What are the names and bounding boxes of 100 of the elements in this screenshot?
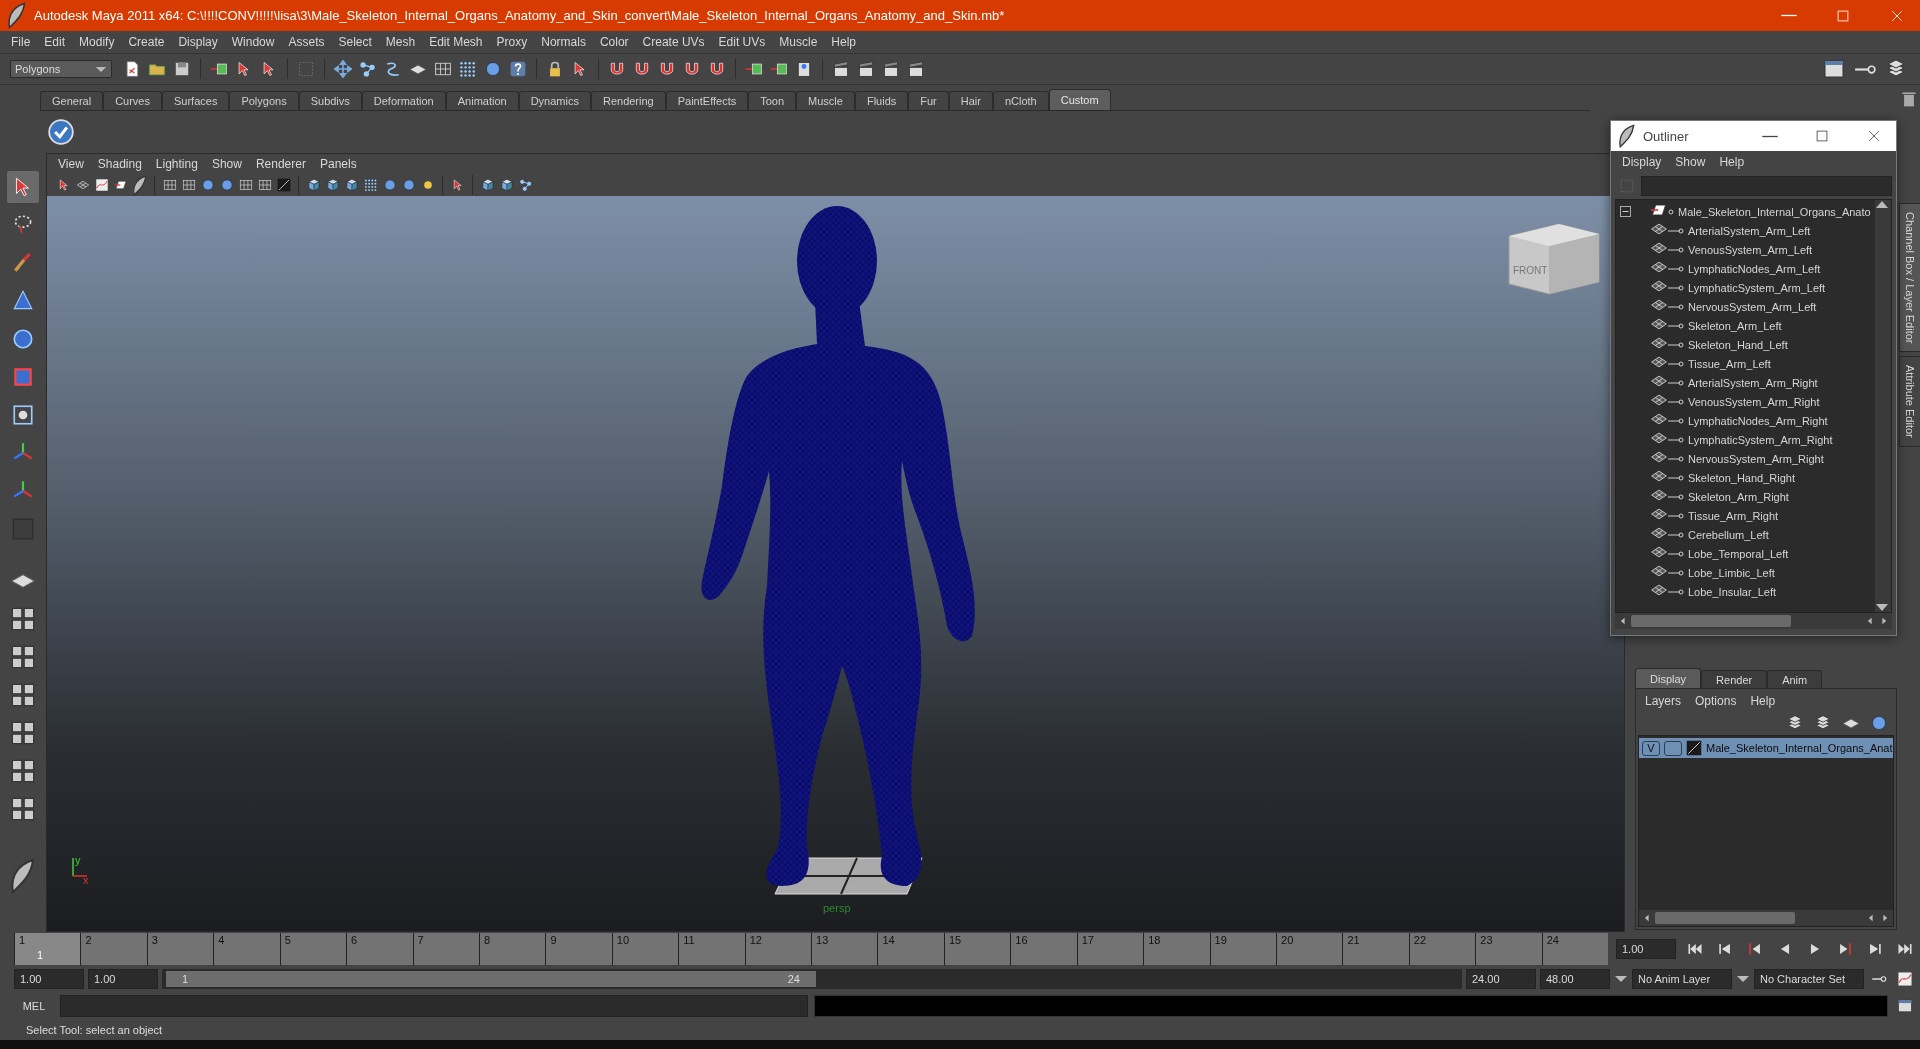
shelf-tab[interactable]: Animation — [445, 91, 519, 110]
panel-menu-item[interactable]: Panels — [312, 157, 364, 171]
time-slider[interactable]: 1 1 2 3 4 5 6 7 8 9 10 11 12 13 14 15 16 17 18 19 20 21 22 23 24 — [14, 933, 1608, 965]
viewport[interactable]: FRONT y x persp — [47, 196, 1624, 931]
menu-item[interactable]: Help — [824, 35, 863, 49]
shelf-tab[interactable]: Subdivs — [298, 91, 362, 110]
start-time-field[interactable]: 1.00 — [14, 969, 84, 989]
sphere-button[interactable] — [381, 176, 398, 194]
horizontal-scrollbar[interactable] — [1615, 613, 1892, 629]
panel-menu-item[interactable]: Shading — [90, 157, 149, 171]
outliner-item[interactable]: NervousSystem_Arm_Right — [1688, 452, 1824, 465]
menu-item[interactable]: Edit — [37, 35, 73, 49]
cube-button[interactable] — [324, 176, 341, 194]
menu-item[interactable]: File — [4, 35, 38, 49]
shelf-tab[interactable]: Surfaces — [162, 91, 230, 110]
shelf-tab[interactable]: Muscle — [796, 91, 855, 110]
shelf-tab[interactable]: Custom — [1048, 89, 1111, 110]
layer-editor-tab[interactable]: Anim — [1767, 670, 1823, 688]
shelf-tab[interactable]: Rendering — [590, 91, 666, 110]
layer-editor-tab[interactable]: Display — [1635, 668, 1702, 688]
layer-editor-tab[interactable]: Render — [1701, 670, 1768, 688]
outliner-item[interactable]: LymphaticSystem_Arm_Right — [1688, 433, 1833, 446]
menu-item[interactable]: Mesh — [378, 35, 423, 49]
layer-menu-item[interactable]: Options — [1688, 694, 1744, 708]
menu-item[interactable]: Edit Mesh — [422, 35, 490, 49]
template-toggle[interactable] — [1664, 740, 1682, 756]
shelf-tab[interactable]: Deformation — [361, 91, 446, 110]
character-set-field[interactable]: No Character Set — [1754, 969, 1864, 989]
outliner-item[interactable]: Skeleton_Hand_Left — [1688, 338, 1788, 351]
outliner-item[interactable]: Cerebellum_Left — [1688, 528, 1769, 541]
outliner-item[interactable]: Tissue_Arm_Left — [1688, 357, 1771, 370]
menu-item[interactable]: Assets — [281, 35, 332, 49]
visibility-toggle[interactable]: V — [1642, 740, 1660, 756]
feather-button[interactable] — [131, 176, 148, 194]
outliner-item[interactable]: LymphaticNodes_Arm_Left — [1688, 262, 1821, 275]
side-tab[interactable]: Attribute Editor — [1898, 356, 1920, 448]
current-time-field[interactable]: 1.00 — [1616, 939, 1676, 959]
cube-button[interactable] — [498, 176, 515, 194]
panel-menu-item[interactable]: View — [51, 157, 91, 171]
checkmark-button[interactable] — [46, 117, 76, 147]
end-time-field[interactable]: 48.00 — [1540, 969, 1610, 989]
shelf-tab[interactable]: Hair — [948, 91, 993, 110]
shelf-tab[interactable]: Fur — [908, 91, 949, 110]
menu-item[interactable]: Create UVs — [635, 35, 712, 49]
range-slider-bar[interactable]: 1 24 — [166, 971, 816, 987]
panel-menu-item[interactable]: Show — [204, 157, 249, 171]
menu-item[interactable]: Muscle — [772, 35, 825, 49]
panel-menu-item[interactable]: Renderer — [248, 157, 313, 171]
shelf-tab[interactable]: Fluids — [854, 91, 909, 110]
outliner-menu-item[interactable]: Show — [1668, 155, 1713, 169]
outliner-item[interactable]: Male_Skeleton_Internal_Organs_Anato — [1678, 205, 1871, 218]
outliner-item[interactable]: Tissue_Arm_Right — [1688, 509, 1779, 522]
outliner-item[interactable]: ArterialSystem_Arm_Left — [1688, 224, 1811, 237]
cube-button[interactable] — [343, 176, 360, 194]
outliner-item[interactable]: ArterialSystem_Arm_Right — [1688, 376, 1818, 389]
cube-button[interactable] — [305, 176, 322, 194]
shelf-tab[interactable]: Dynamics — [518, 91, 591, 110]
outliner-item[interactable]: LymphaticSystem_Arm_Left — [1688, 281, 1826, 294]
outliner-menu-item[interactable]: Help — [1712, 155, 1752, 169]
graph-editor-button[interactable] — [93, 176, 110, 194]
mode-dropdown[interactable]: Polygons — [10, 60, 112, 78]
menu-item[interactable]: Normals — [534, 35, 593, 49]
menu-item[interactable]: Edit UVs — [711, 35, 773, 49]
shelf-tab[interactable]: Toon — [748, 91, 797, 110]
side-tab[interactable]: Channel Box / Layer Editor — [1898, 203, 1920, 353]
sphere-button[interactable] — [218, 176, 235, 194]
menu-item[interactable]: Display — [171, 35, 225, 49]
shelf-tab[interactable]: Curves — [103, 91, 162, 110]
outliner-menu-item[interactable]: Display — [1615, 155, 1669, 169]
outliner-item[interactable]: Lobe_Insular_Left — [1688, 585, 1777, 598]
outliner-item[interactable]: LymphaticNodes_Arm_Right — [1688, 414, 1828, 427]
menu-item[interactable]: Select — [331, 35, 379, 49]
sphere-button[interactable] — [199, 176, 216, 194]
outliner-item[interactable]: Skeleton_Hand_Right — [1688, 471, 1796, 484]
menu-item[interactable]: Color — [592, 35, 636, 49]
sphere-button[interactable] — [400, 176, 417, 194]
outliner-item[interactable]: Skeleton_Arm_Left — [1688, 319, 1782, 332]
arrow-cursor-tool[interactable] — [7, 171, 39, 203]
layer-color-button[interactable] — [275, 176, 292, 194]
horizontal-scrollbar[interactable] — [1639, 910, 1893, 926]
menu-item[interactable]: Modify — [72, 35, 122, 49]
move-arrows-button[interactable] — [332, 58, 354, 80]
outliner-item[interactable]: Skeleton_Arm_Right — [1688, 490, 1789, 503]
collapse-toggle[interactable] — [1620, 206, 1631, 217]
playback-end-field[interactable]: 24.00 — [1466, 969, 1536, 989]
cube-button[interactable] — [479, 176, 496, 194]
anim-layer-field[interactable]: No Anim Layer — [1632, 969, 1732, 989]
outliner-item[interactable]: VenousSystem_Arm_Right — [1688, 395, 1820, 408]
command-language-label[interactable]: MEL — [14, 1000, 54, 1012]
outliner-item[interactable]: NervousSystem_Arm_Left — [1688, 300, 1817, 313]
panel-menu-item[interactable]: Lighting — [148, 157, 205, 171]
layer-row[interactable]: V Male_Skeleton_Internal_Organs_Anat — [1639, 738, 1893, 758]
menu-item[interactable]: Create — [121, 35, 172, 49]
command-input-field[interactable] — [60, 995, 808, 1017]
shelf-tab[interactable]: nCloth — [992, 91, 1049, 110]
outliner-item[interactable]: VenousSystem_Arm_Left — [1688, 243, 1813, 256]
outliner-item[interactable]: Lobe_Temporal_Left — [1688, 547, 1789, 560]
layer-menu-item[interactable]: Help — [1743, 694, 1783, 708]
layer-menu-item[interactable]: Layers — [1638, 694, 1689, 708]
menu-item[interactable]: Window — [224, 35, 282, 49]
